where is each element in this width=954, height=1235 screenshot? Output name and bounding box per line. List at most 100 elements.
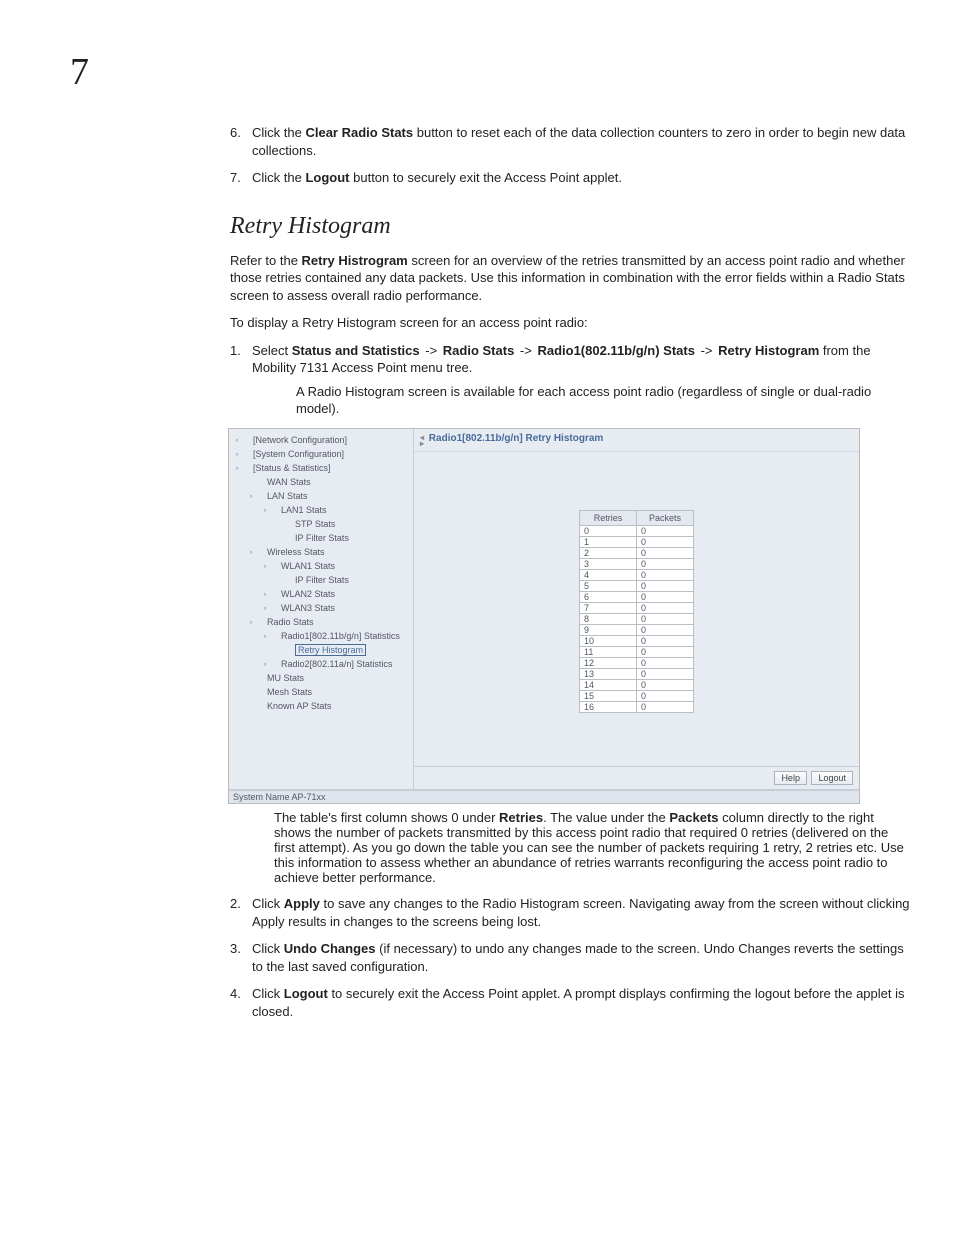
list-number: 6.: [230, 124, 241, 142]
tree-node-icon: [255, 675, 265, 683]
list-item: 2. Click Apply to save any changes to th…: [252, 895, 910, 930]
list-number: 3.: [230, 940, 241, 958]
tree-node-icon: [241, 451, 251, 459]
tree-node-icon: [255, 479, 265, 487]
list-item: 4. Click Logout to securely exit the Acc…: [252, 985, 910, 1020]
table-row: 160: [580, 702, 694, 713]
list-item: 7. Click the Logout button to securely e…: [252, 169, 910, 187]
table-cell: 4: [580, 570, 637, 581]
table-row: 80: [580, 614, 694, 625]
tree-node-icon: [269, 591, 279, 599]
text: . The value under the: [543, 810, 669, 825]
tree-node-label: IP Filter Stats: [295, 533, 349, 543]
tree-node[interactable]: Mesh Stats: [233, 685, 411, 699]
tree-twisty-icon[interactable]: ◦: [261, 587, 269, 601]
pane-body: Retries Packets 001020304050607080901001…: [414, 452, 859, 766]
table-cell: 0: [637, 669, 694, 680]
tree-node-icon: [283, 577, 293, 585]
table-cell: 0: [637, 680, 694, 691]
table-cell: 0: [637, 537, 694, 548]
pane-footer: Help Logout: [414, 766, 859, 789]
table-cell: 14: [580, 680, 637, 691]
text: to save any changes to the Radio Histogr…: [252, 896, 910, 929]
tree-node-label: Retry Histogram: [295, 644, 366, 656]
tree-node[interactable]: ◦WLAN2 Stats: [233, 587, 411, 601]
tree-node-icon: [283, 535, 293, 543]
tree-node[interactable]: WAN Stats: [233, 475, 411, 489]
tree-twisty-icon[interactable]: ◦: [247, 615, 255, 629]
tree-node[interactable]: ◦ [Status & Statistics]: [233, 461, 411, 475]
after-screenshot-note: The table's first column shows 0 under R…: [274, 810, 910, 885]
tree-node[interactable]: Retry Histogram: [233, 643, 411, 657]
tree-node-label: MU Stats: [267, 673, 304, 683]
list-number: 7.: [230, 169, 241, 187]
table-row: 150: [580, 691, 694, 702]
tree-twisty-icon[interactable]: ◦: [247, 545, 255, 559]
table-cell: 0: [637, 658, 694, 669]
section-title: Retry Histogram: [230, 213, 910, 240]
tree-node[interactable]: ◦Wireless Stats: [233, 545, 411, 559]
top-step-list: 6. Click the Clear Radio Stats button to…: [230, 124, 910, 187]
lead-in: To display a Retry Histogram screen for …: [230, 314, 910, 332]
table-cell: 6: [580, 592, 637, 603]
tree-node[interactable]: IP Filter Stats: [233, 573, 411, 587]
tree-twisty-icon[interactable]: ◦: [261, 559, 269, 573]
bottom-step-list: 2. Click Apply to save any changes to th…: [230, 895, 910, 1020]
table-cell: 0: [637, 636, 694, 647]
text: to securely exit the Access Point applet…: [252, 986, 905, 1019]
tree-node[interactable]: ◦Radio1[802.11b/g/n] Statistics: [233, 629, 411, 643]
tree-node-icon: [269, 661, 279, 669]
tree-twisty-icon[interactable]: ◦: [261, 657, 269, 671]
tree-node[interactable]: Known AP Stats: [233, 699, 411, 713]
bold-term: Retry Histrogram: [302, 253, 408, 268]
tree-twisty-icon[interactable]: ◦: [261, 503, 269, 517]
tree-node[interactable]: MU Stats: [233, 671, 411, 685]
table-row: 120: [580, 658, 694, 669]
table-cell: 0: [637, 625, 694, 636]
table-row: 30: [580, 559, 694, 570]
tree-node-icon: [269, 633, 279, 641]
logout-button[interactable]: Logout: [811, 771, 853, 785]
tree-node-label: LAN Stats: [267, 491, 308, 501]
table-row: 60: [580, 592, 694, 603]
tree-node[interactable]: STP Stats: [233, 517, 411, 531]
table-row: 20: [580, 548, 694, 559]
tree-node-icon: [269, 605, 279, 613]
tree-node-label: STP Stats: [295, 519, 335, 529]
help-button[interactable]: Help: [774, 771, 807, 785]
table-cell: 16: [580, 702, 637, 713]
bold-term: Clear Radio Stats: [305, 125, 413, 140]
tree-twisty-icon[interactable]: ◦: [261, 629, 269, 643]
tree-node[interactable]: ◦ LAN Stats: [233, 489, 411, 503]
list-number: 4.: [230, 985, 241, 1003]
tree-node[interactable]: ◦[Network Configuration]: [233, 433, 411, 447]
nav-tree-pane: ◦[Network Configuration]◦[System Configu…: [229, 429, 414, 789]
tree-node-icon: [283, 521, 293, 529]
table-cell: 0: [637, 702, 694, 713]
tree-twisty-icon[interactable]: ◦: [233, 461, 241, 475]
tree-twisty-icon[interactable]: ◦: [247, 489, 255, 503]
table-cell: 0: [637, 559, 694, 570]
tree-node-icon: [241, 437, 251, 445]
tree-twisty-icon[interactable]: ◦: [261, 601, 269, 615]
table-cell: 0: [637, 603, 694, 614]
bold-term: Undo Changes: [284, 941, 376, 956]
tree-node-label: Radio Stats: [267, 617, 314, 627]
tree-twisty-icon[interactable]: ◦: [233, 433, 241, 447]
tree-twisty-icon[interactable]: ◦: [233, 447, 241, 461]
table-row: 110: [580, 647, 694, 658]
tree-node[interactable]: ◦Radio2[802.11a/n] Statistics: [233, 657, 411, 671]
tree-node[interactable]: ◦[System Configuration]: [233, 447, 411, 461]
tree-node[interactable]: ◦WLAN3 Stats: [233, 601, 411, 615]
pane-handle-icon: ◂▸: [420, 433, 426, 447]
tree-node-icon: [255, 703, 265, 711]
tree-node[interactable]: ◦WLAN1 Stats: [233, 559, 411, 573]
arrow: ->: [516, 343, 535, 358]
table-row: 130: [580, 669, 694, 680]
tree-node[interactable]: ◦LAN1 Stats: [233, 503, 411, 517]
table-cell: 12: [580, 658, 637, 669]
bold-term: Logout: [284, 986, 328, 1001]
tree-node-label: [Status & Statistics]: [253, 463, 331, 473]
tree-node[interactable]: IP Filter Stats: [233, 531, 411, 545]
tree-node[interactable]: ◦ Radio Stats: [233, 615, 411, 629]
